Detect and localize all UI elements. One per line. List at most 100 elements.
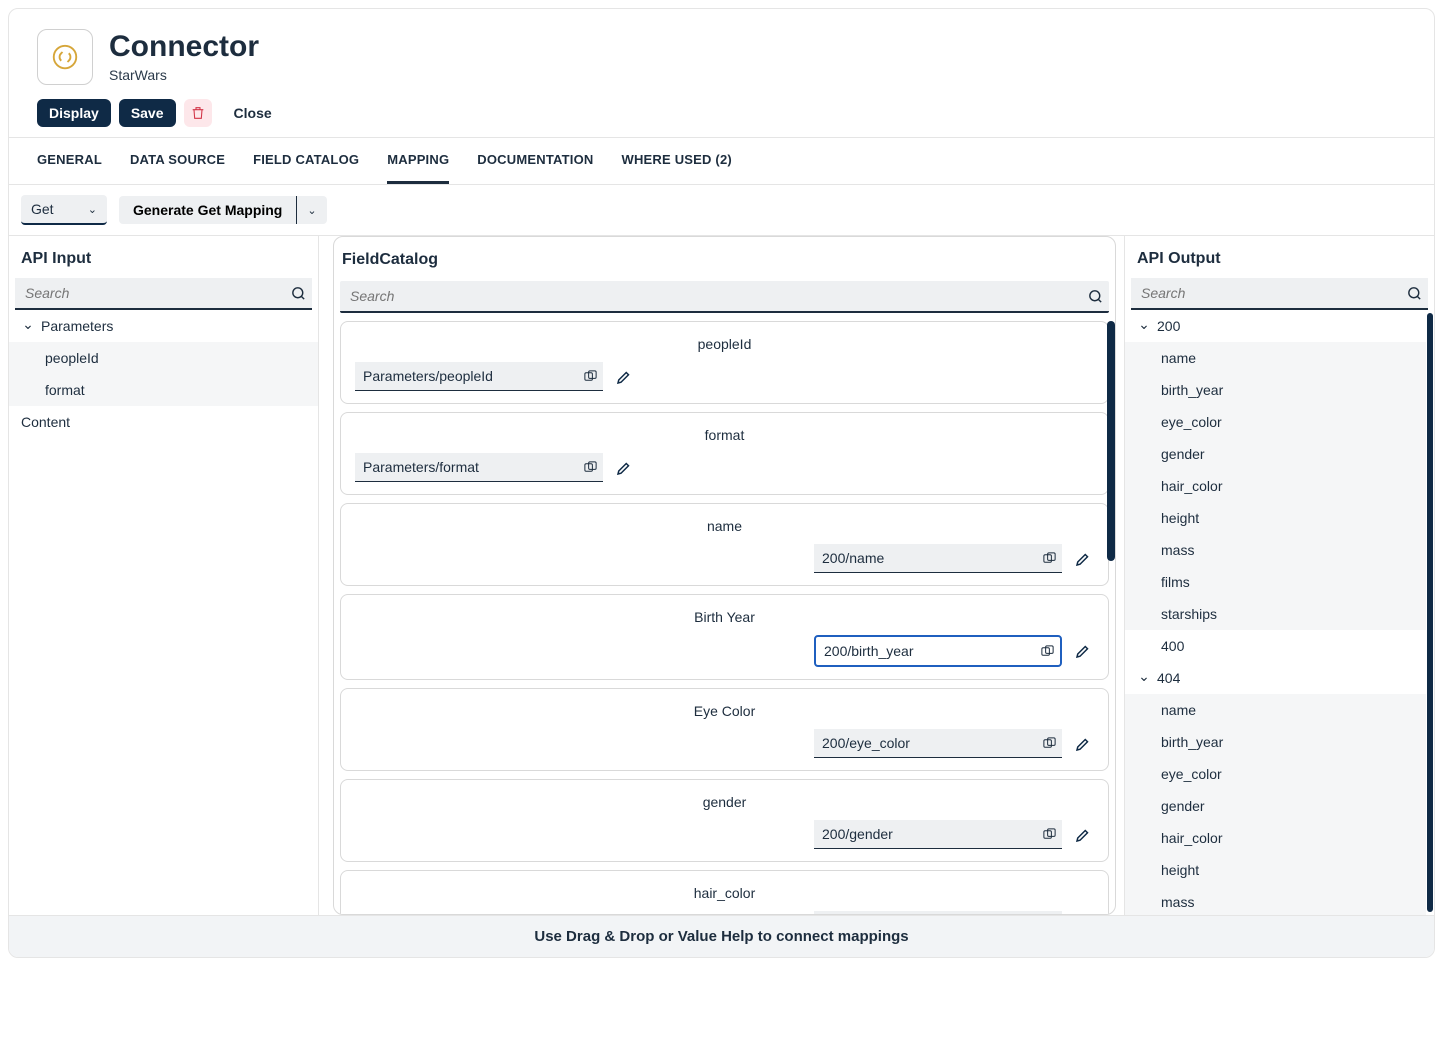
mapping-row (355, 729, 1094, 758)
mapping-input-wrap[interactable] (814, 544, 1062, 573)
chevron-down-icon: ⌄ (307, 204, 316, 217)
mapping-input[interactable] (355, 362, 577, 390)
tree-item[interactable]: format (9, 374, 318, 406)
search-icon (1400, 285, 1428, 302)
edit-icon[interactable] (1072, 826, 1094, 844)
tree-item[interactable]: films (1125, 566, 1426, 598)
delete-button[interactable] (184, 99, 212, 127)
method-select[interactable]: Get ⌄ (21, 195, 107, 225)
fieldcatalog-search[interactable] (340, 281, 1109, 313)
tree-item[interactable]: gender (1125, 438, 1426, 470)
save-button[interactable]: Save (119, 99, 176, 127)
tree-item[interactable]: mass (1125, 534, 1426, 566)
generate-mapping-button[interactable]: Generate Get Mapping (119, 196, 296, 224)
fieldcatalog-cards: peopleIdformatnameBirth YearEye Colorgen… (334, 321, 1115, 914)
mapping-row (355, 453, 1094, 482)
mapping-input-wrap[interactable] (814, 729, 1062, 758)
mapping-input[interactable] (355, 453, 577, 481)
tab-data-source[interactable]: DATA SOURCE (130, 138, 225, 184)
tree-item[interactable]: mass (1125, 886, 1426, 915)
field-card-title: format (355, 423, 1094, 453)
value-help-icon[interactable] (1034, 644, 1060, 659)
tab-field-catalog[interactable]: FIELD CATALOG (253, 138, 359, 184)
tabs: GENERAL DATA SOURCE FIELD CATALOG MAPPING DO… (9, 138, 1434, 185)
tab-where-used-2-[interactable]: WHERE USED (2) (622, 138, 732, 184)
tree-group-label: 404 (1157, 670, 1180, 686)
field-card: hair_color (340, 870, 1109, 914)
tab-mapping[interactable]: MAPPING (387, 138, 449, 184)
tree-item[interactable]: eye_color (1125, 758, 1426, 790)
edit-icon[interactable] (1072, 642, 1094, 660)
mapping-input-wrap[interactable] (814, 820, 1062, 849)
tree-item[interactable]: hair_color (1125, 470, 1426, 502)
tree-item[interactable]: starships (1125, 598, 1426, 630)
mapping-input[interactable] (814, 729, 1036, 757)
mapping-row (355, 635, 1094, 667)
field-card: format (340, 412, 1109, 495)
search-icon (284, 285, 312, 302)
tree-item[interactable]: eye_color (1125, 406, 1426, 438)
mapping-row (355, 911, 1094, 914)
generate-mapping-splitbutton[interactable]: Generate Get Mapping ⌄ (119, 196, 327, 224)
tree-item[interactable]: height (1125, 502, 1426, 534)
page-subtitle: StarWars (109, 67, 259, 83)
mapping-row (355, 820, 1094, 849)
close-link[interactable]: Close (234, 105, 272, 121)
chevron-down-icon (1137, 319, 1151, 333)
mapping-input-wrap[interactable] (814, 635, 1062, 667)
value-help-icon[interactable] (1036, 551, 1062, 566)
tree-item[interactable]: birth_year (1125, 726, 1426, 758)
mapping-input[interactable] (814, 820, 1036, 848)
tab-documentation[interactable]: DOCUMENTATION (477, 138, 593, 184)
value-help-icon[interactable] (577, 460, 603, 475)
api-input-search-input[interactable] (15, 278, 284, 308)
tree-item[interactable]: name (1125, 342, 1426, 374)
scrollbar-thumb[interactable] (1107, 321, 1115, 561)
connector-icon (37, 29, 93, 85)
value-help-icon[interactable] (577, 369, 603, 384)
tree-item[interactable]: hair_color (1125, 822, 1426, 854)
mapping-row (355, 362, 1094, 391)
tree-group[interactable]: 400 (1125, 630, 1426, 662)
generate-mapping-split[interactable]: ⌄ (296, 196, 326, 224)
fieldcatalog-search-input[interactable] (340, 281, 1081, 311)
mapping-input-wrap[interactable] (355, 453, 603, 482)
tree-group[interactable]: 200 (1125, 310, 1426, 342)
footer-hint: Use Drag & Drop or Value Help to connect… (9, 915, 1434, 957)
api-input-search[interactable] (15, 278, 312, 310)
tree-group[interactable]: Content (9, 406, 318, 438)
value-help-icon[interactable] (1036, 736, 1062, 751)
field-card: Birth Year (340, 594, 1109, 680)
tree-item[interactable]: peopleId (9, 342, 318, 374)
api-output-search[interactable] (1131, 278, 1428, 310)
tree-item[interactable]: gender (1125, 790, 1426, 822)
mapping-input[interactable] (814, 544, 1036, 572)
edit-icon[interactable] (613, 368, 635, 386)
mapping-input-wrap[interactable] (814, 911, 1062, 914)
tree-group-label: 200 (1157, 318, 1180, 334)
api-input-title: API Input (9, 236, 318, 278)
edit-icon[interactable] (1072, 550, 1094, 568)
tree-group-label: Parameters (41, 318, 113, 334)
mapping-input[interactable] (816, 637, 1034, 665)
tree-group[interactable]: Parameters (9, 310, 318, 342)
api-output-search-input[interactable] (1131, 278, 1400, 308)
chevron-down-icon (21, 319, 35, 333)
tree-group[interactable]: 404 (1125, 662, 1426, 694)
tree-item[interactable]: name (1125, 694, 1426, 726)
edit-icon[interactable] (1072, 735, 1094, 753)
edit-icon[interactable] (613, 459, 635, 477)
tab-general[interactable]: GENERAL (37, 138, 102, 184)
field-card-title: peopleId (355, 332, 1094, 362)
fieldcatalog-title: FieldCatalog (334, 237, 1115, 275)
mapping-input[interactable] (814, 911, 1036, 914)
field-card: peopleId (340, 321, 1109, 404)
tree-item[interactable]: height (1125, 854, 1426, 886)
tree-group-label: Content (21, 414, 70, 430)
value-help-icon[interactable] (1036, 827, 1062, 842)
tree-item[interactable]: birth_year (1125, 374, 1426, 406)
mapping-input-wrap[interactable] (355, 362, 603, 391)
scrollbar-thumb[interactable] (1427, 313, 1433, 912)
display-button[interactable]: Display (37, 99, 111, 127)
field-card: name (340, 503, 1109, 586)
